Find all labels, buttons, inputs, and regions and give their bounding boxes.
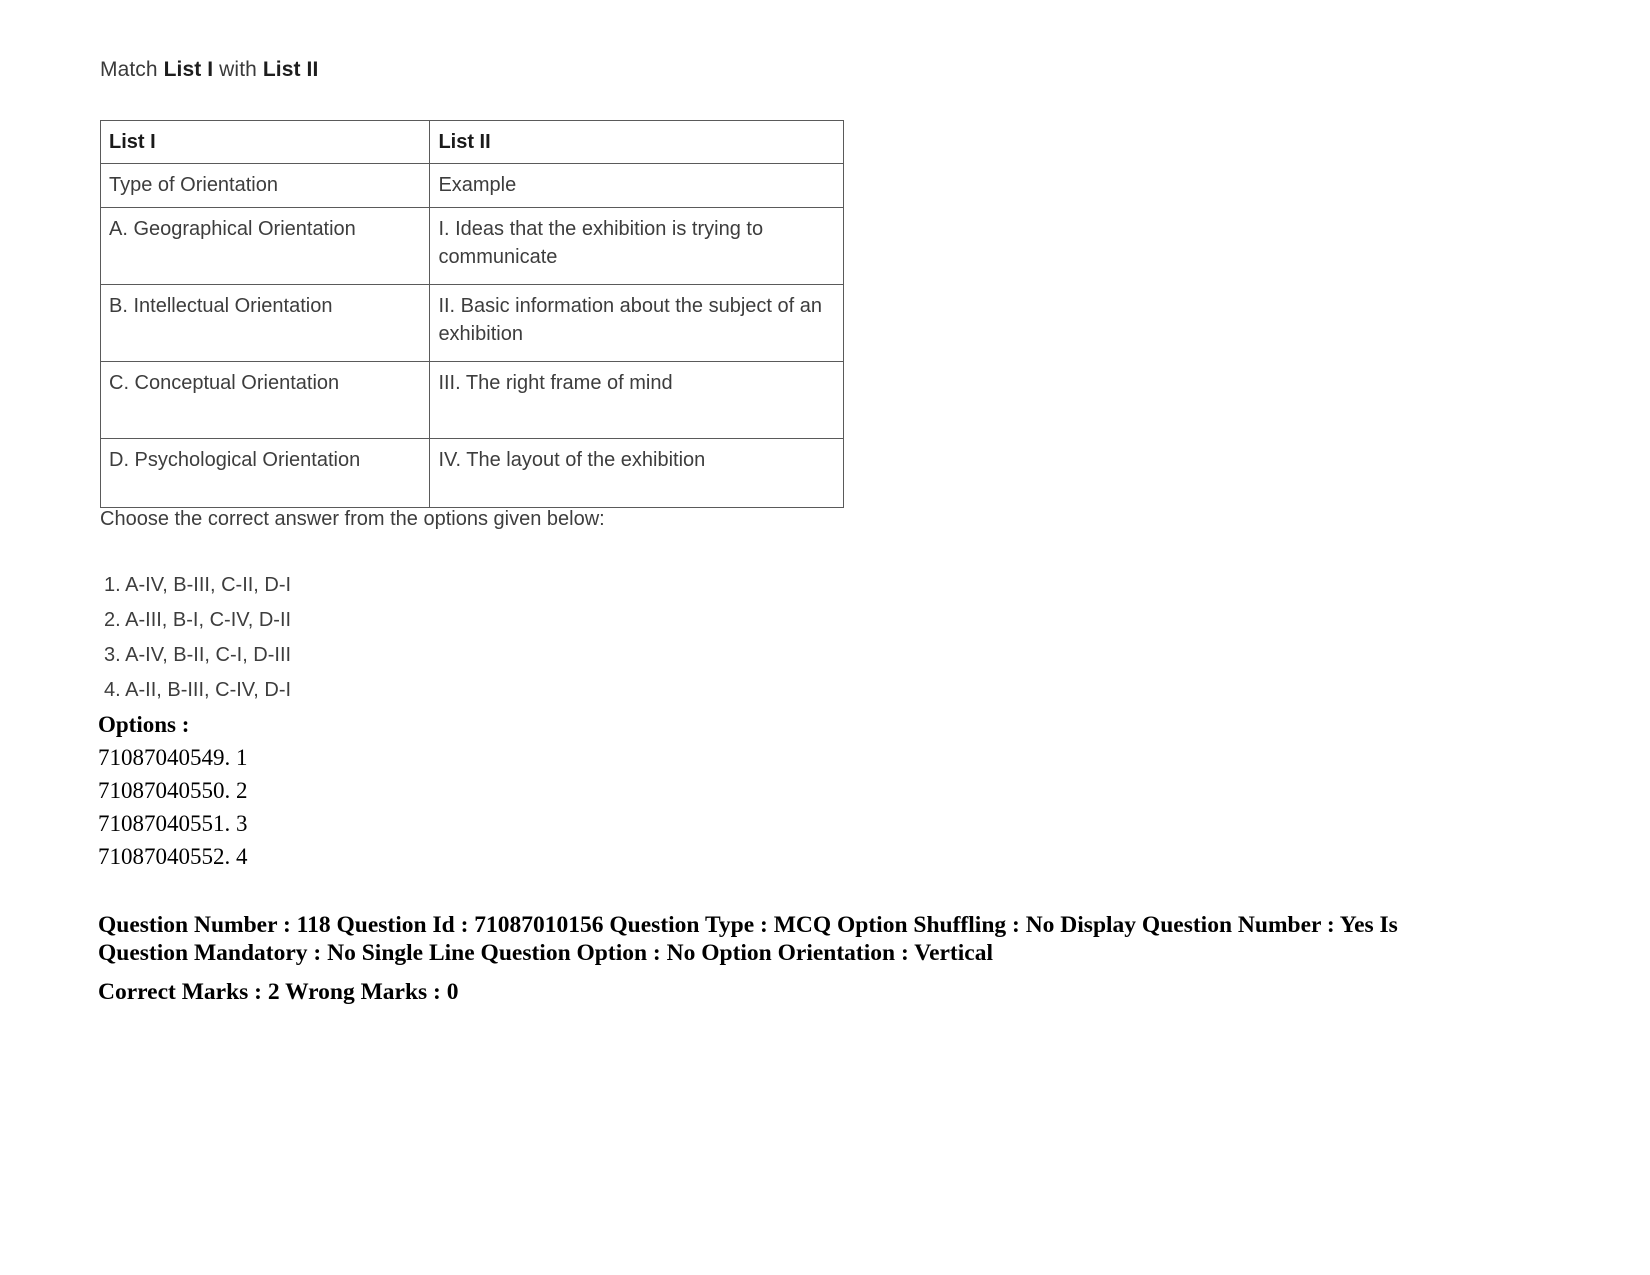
stem-prefix: Match — [100, 58, 164, 81]
list-two-item-i: I. Ideas that the exhibition is trying t… — [429, 206, 844, 285]
answer-prompt: Choose the correct answer from the optio… — [100, 508, 605, 530]
subheader-type-of-orientation: Type of Orientation — [99, 163, 431, 208]
list-one-item-a: A. Geographical Orientation — [99, 206, 431, 285]
option-id-row: 71087040551. 3 — [98, 811, 248, 836]
header-list-one: List I — [99, 119, 431, 165]
answer-choice-2[interactable]: 2. A-III, B-I, C-IV, D-II — [104, 603, 291, 638]
answer-choice-4[interactable]: 4. A-II, B-III, C-IV, D-I — [104, 673, 291, 708]
answer-choice-list: 1. A-IV, B-III, C-II, D-I 2. A-III, B-I,… — [104, 568, 291, 708]
stem-middle: with — [213, 58, 263, 81]
option-id-row: 71087040552. 4 — [98, 844, 248, 869]
metadata-marks: Correct Marks : 2 Wrong Marks : 0 — [98, 979, 459, 1006]
answer-choice-3[interactable]: 3. A-IV, B-II, C-I, D-III — [104, 638, 291, 673]
list-one-item-b: B. Intellectual Orientation — [99, 283, 431, 362]
options-title: Options : — [98, 712, 190, 737]
options-block: Options : 71087040549. 1 71087040550. 2 … — [98, 708, 248, 873]
table-header-row: List I List II — [99, 119, 844, 165]
option-id-row: 71087040550. 2 — [98, 778, 248, 803]
stem-list-one: List I — [163, 58, 214, 81]
list-two-item-iii: III. The right frame of mind — [429, 360, 844, 439]
table-row: D. Psychological Orientation IV. The lay… — [99, 437, 844, 508]
table-row: C. Conceptual Orientation III. The right… — [99, 360, 844, 439]
table-subheader-row: Type of Orientation Example — [99, 163, 844, 208]
metadata-line: Question Number : 118 Question Id : 7108… — [98, 912, 1398, 966]
list-two-item-iv: IV. The layout of the exhibition — [429, 437, 844, 508]
table-row: A. Geographical Orientation I. Ideas tha… — [99, 206, 844, 285]
question-page: Match List I with List II List I List II… — [0, 0, 1650, 1275]
match-list-table: List I List II Type of Orientation Examp… — [99, 119, 844, 508]
header-list-two: List II — [429, 119, 844, 165]
list-two-item-ii: II. Basic information about the subject … — [429, 283, 844, 362]
answer-choice-1[interactable]: 1. A-IV, B-III, C-II, D-I — [104, 568, 291, 603]
list-one-item-c: C. Conceptual Orientation — [99, 360, 431, 439]
option-id-row: 71087040549. 1 — [98, 745, 248, 770]
stem-list-two: List II — [262, 58, 319, 81]
list-one-item-d: D. Psychological Orientation — [99, 437, 431, 508]
table-row: B. Intellectual Orientation II. Basic in… — [99, 283, 844, 362]
question-metadata: Question Number : 118 Question Id : 7108… — [98, 912, 1438, 1007]
subheader-example: Example — [429, 163, 844, 208]
question-stem: Match List I with List II — [100, 58, 318, 82]
